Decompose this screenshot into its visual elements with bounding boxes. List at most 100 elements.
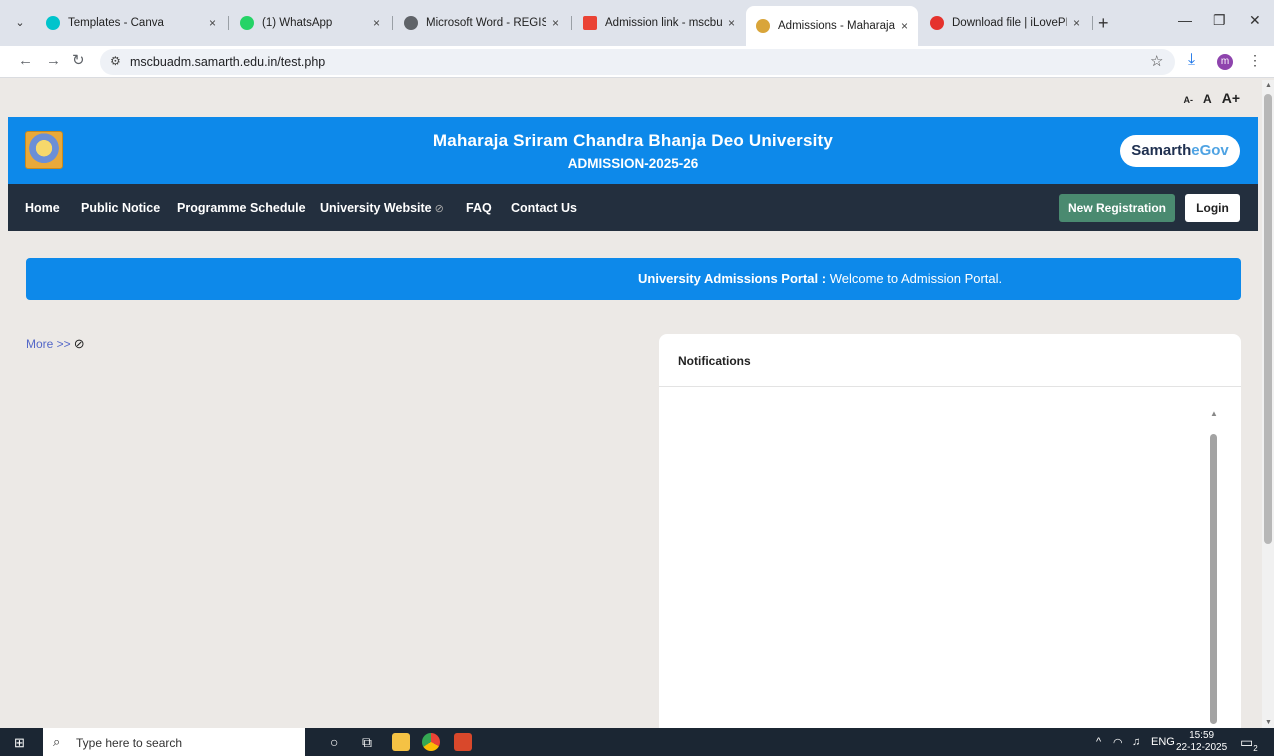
wifi-icon[interactable]: ◠: [1113, 736, 1123, 749]
external-link-icon: ⊘: [434, 203, 444, 215]
scroll-up-arrow-icon[interactable]: ▲: [1210, 409, 1218, 418]
font-decrease-button[interactable]: A-: [1184, 95, 1194, 105]
minimize-button[interactable]: —: [1178, 12, 1192, 28]
new-tab-button[interactable]: +: [1098, 13, 1109, 33]
canva-favicon-icon: [46, 16, 60, 30]
page-scroll-up-icon[interactable]: ▲: [1265, 82, 1272, 89]
tab-admissions-active[interactable]: Admissions - Maharaja Sriran ×: [746, 6, 918, 46]
page-scroll-down-icon[interactable]: ▼: [1265, 719, 1272, 726]
language-indicator[interactable]: ENG: [1151, 736, 1175, 748]
windows-start-icon[interactable]: ⊞: [14, 735, 25, 751]
page-scrollbar-thumb[interactable]: [1264, 94, 1272, 544]
back-arrow-icon[interactable]: ←: [18, 53, 33, 69]
chrome-taskbar-icon[interactable]: [422, 733, 440, 751]
more-link[interactable]: More >> ⊘: [26, 336, 85, 352]
taskbar-search-placeholder: Type here to search: [76, 736, 183, 750]
whatsapp-favicon-icon: [240, 16, 254, 30]
tab-separator: [571, 16, 572, 30]
browser-menu-icon[interactable]: ⋮: [1248, 52, 1262, 69]
main-navbar: Home Public Notice Programme Schedule Un…: [8, 184, 1258, 231]
presentation-app-icon[interactable]: [454, 733, 472, 751]
university-header: Maharaja Sriram Chandra Bhanja Deo Unive…: [8, 117, 1258, 184]
tab-title: Admissions - Maharaja Sriran: [778, 20, 895, 32]
tab-close-icon[interactable]: ×: [728, 16, 735, 30]
banner-text: University Admissions Portal : Welcome t…: [638, 271, 1002, 286]
nav-home[interactable]: Home: [25, 201, 60, 215]
url-text[interactable]: mscbuadm.samarth.edu.in/test.php: [130, 55, 325, 69]
taskbar-clock[interactable]: 15:59 22-12-2025: [1176, 730, 1227, 754]
bookmark-star-icon[interactable]: ☆: [1150, 52, 1163, 70]
tab-ilovepdf[interactable]: Download file | iLovePDF ×: [920, 8, 1090, 38]
paperclip-icon: ⊘: [73, 336, 85, 351]
tab-title: Admission link - mscbusama: [605, 17, 722, 29]
nav-faq[interactable]: FAQ: [466, 201, 492, 215]
search-icon: ⌕: [53, 734, 61, 749]
tab-separator: [1092, 16, 1093, 30]
samarth-egov-logo[interactable]: SamartheGov: [1120, 135, 1240, 167]
ilovepdf-favicon-icon: [930, 16, 944, 30]
tab-title: Download file | iLovePDF: [952, 17, 1067, 29]
tab-close-icon[interactable]: ×: [209, 16, 216, 30]
browser-tab-strip: ⌄ Templates - Canva × (1) WhatsApp × Mic…: [0, 0, 1274, 46]
tab-close-icon[interactable]: ×: [1073, 16, 1080, 30]
tab-canva[interactable]: Templates - Canva ×: [36, 8, 226, 38]
browser-toolbar: ← → ↻ ⚙ mscbuadm.samarth.edu.in/test.php…: [0, 46, 1274, 78]
university-favicon-icon: [756, 19, 770, 33]
notifications-panel: Notifications ▲: [659, 334, 1241, 734]
nav-university-website-label: University Website: [320, 201, 432, 215]
new-registration-button[interactable]: New Registration: [1059, 194, 1175, 222]
admission-year: ADMISSION-2025-26: [567, 156, 699, 171]
tab-word-doc[interactable]: Microsoft Word - REGISTRAT ×: [394, 8, 569, 38]
more-link-label: More >>: [26, 337, 71, 351]
action-center-count: 2: [1253, 743, 1258, 753]
volume-icon[interactable]: ♫: [1132, 736, 1140, 748]
notifications-title: Notifications: [678, 354, 751, 368]
tab-title: Templates - Canva: [68, 17, 164, 29]
tray-overflow-icon[interactable]: ^: [1096, 736, 1101, 748]
reload-icon[interactable]: ↻: [72, 53, 85, 69]
action-center-icon[interactable]: ▭2: [1240, 734, 1258, 753]
font-increase-button[interactable]: A+: [1222, 90, 1240, 106]
site-settings-icon[interactable]: ⚙: [110, 54, 121, 68]
download-icon[interactable]: ⤓: [1188, 51, 1195, 69]
nav-public-notice[interactable]: Public Notice: [81, 201, 160, 215]
file-explorer-icon[interactable]: [392, 733, 410, 751]
cortana-icon[interactable]: ○: [330, 734, 338, 750]
tab-separator: [392, 16, 393, 30]
banner-separator: :: [818, 271, 830, 286]
tab-separator: [228, 16, 229, 30]
login-button[interactable]: Login: [1185, 194, 1240, 222]
banner-label: University Admissions Portal: [638, 271, 819, 286]
close-window-button[interactable]: ✕: [1249, 12, 1261, 29]
nav-programme-schedule[interactable]: Programme Schedule: [177, 201, 306, 215]
nav-university-website[interactable]: University Website ⊘: [320, 201, 444, 215]
restore-button[interactable]: ❐: [1213, 12, 1226, 29]
banner-message: Welcome to Admission Portal.: [829, 271, 1003, 286]
font-size-controls: A- A A+: [1184, 90, 1240, 106]
egov-brand-text: eGov: [1191, 142, 1229, 159]
notifications-header: Notifications: [659, 334, 1241, 387]
tab-gmail[interactable]: Admission link - mscbusama ×: [573, 8, 745, 38]
tab-title: Microsoft Word - REGISTRAT: [426, 17, 546, 29]
forward-arrow-icon[interactable]: →: [46, 53, 61, 69]
task-view-icon[interactable]: ⧉: [362, 734, 372, 751]
tab-close-icon[interactable]: ×: [552, 16, 559, 30]
font-reset-button[interactable]: A: [1203, 92, 1212, 106]
tab-close-icon[interactable]: ×: [901, 19, 908, 33]
welcome-banner: University Admissions Portal : Welcome t…: [26, 258, 1241, 300]
profile-avatar[interactable]: m: [1217, 54, 1233, 70]
samarth-brand-text: Samarth: [1131, 142, 1192, 159]
nav-contact-us[interactable]: Contact Us: [511, 201, 577, 215]
tab-search-dropdown-icon[interactable]: ⌄: [10, 13, 30, 33]
clock-time: 15:59: [1189, 730, 1215, 741]
clock-date: 22-12-2025: [1176, 742, 1228, 753]
tab-title: (1) WhatsApp: [262, 17, 333, 29]
notifications-scrollbar[interactable]: [1210, 434, 1217, 724]
globe-favicon-icon: [404, 16, 418, 30]
tab-close-icon[interactable]: ×: [373, 16, 380, 30]
tab-whatsapp[interactable]: (1) WhatsApp ×: [230, 8, 390, 38]
taskbar-search[interactable]: ⌕ Type here to search: [43, 728, 305, 756]
address-bar[interactable]: ⚙ mscbuadm.samarth.edu.in/test.php: [100, 49, 1175, 75]
page-scrollbar-track[interactable]: ▲ ▼: [1262, 80, 1274, 728]
gmail-favicon-icon: [583, 16, 597, 30]
